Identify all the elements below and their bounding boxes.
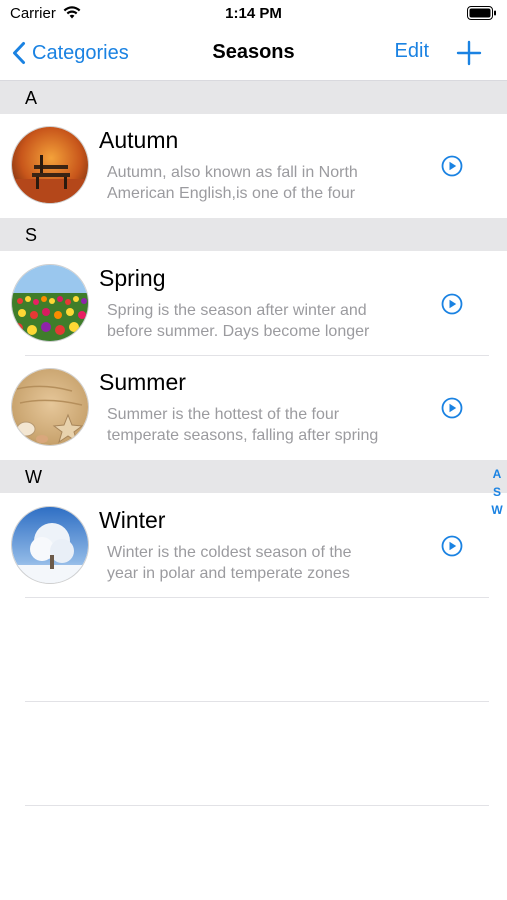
list-item-autumn[interactable]: Autumn Autumn, also known as fall in Nor… xyxy=(0,114,507,218)
item-description-line: before summer. Days become longer xyxy=(107,323,370,340)
status-time: 1:14 PM xyxy=(225,5,282,22)
section-letter: S xyxy=(25,225,38,245)
item-description-line: American English,is one of the four xyxy=(107,185,356,202)
index-letter-w[interactable]: W xyxy=(490,501,504,519)
spring-thumbnail xyxy=(11,264,89,342)
item-description: Winter is the coldest season of the year… xyxy=(107,542,427,584)
section-header-a: A xyxy=(0,81,507,114)
item-description-line: year in polar and temperate zones xyxy=(107,565,350,582)
add-icon[interactable] xyxy=(456,40,482,66)
row-separator xyxy=(25,701,489,702)
row-separator xyxy=(25,597,489,598)
item-description-line: Spring is the season after winter and xyxy=(107,302,367,319)
item-description: Summer is the hottest of the four temper… xyxy=(107,404,427,446)
autumn-thumbnail xyxy=(11,126,89,204)
navigation-bar: Categories Seasons Edit xyxy=(0,28,507,81)
section-index-bar[interactable]: A S W xyxy=(490,465,504,519)
play-circle-icon[interactable] xyxy=(441,155,463,177)
battery-icon xyxy=(467,6,496,20)
item-description: Spring is the season after winter and be… xyxy=(107,300,427,342)
list-item-summer[interactable]: Summer Summer is the hottest of the four… xyxy=(0,356,507,460)
index-letter-s[interactable]: S xyxy=(490,483,504,501)
section-header-w: W xyxy=(0,460,507,493)
item-title: Autumn xyxy=(99,127,179,153)
item-description: Autumn, also known as fall in North Amer… xyxy=(107,162,427,204)
item-description-line: Winter is the coldest season of the xyxy=(107,544,352,561)
item-title: Summer xyxy=(99,369,186,395)
summer-thumbnail xyxy=(11,368,89,446)
list-item-spring[interactable]: Spring Spring is the season after winter… xyxy=(0,252,507,356)
play-circle-icon[interactable] xyxy=(441,535,463,557)
item-title: Winter xyxy=(99,507,166,533)
item-description-line: Summer is the hottest of the four xyxy=(107,406,340,423)
item-description-line: temperate seasons, falling after spring xyxy=(107,427,379,444)
play-circle-icon[interactable] xyxy=(441,293,463,315)
winter-thumbnail xyxy=(11,506,89,584)
seasons-screen: Carrier 1:14 PM Categories Seasons Edit … xyxy=(0,0,507,900)
play-circle-icon[interactable] xyxy=(441,397,463,419)
item-title: Spring xyxy=(99,265,166,291)
edit-button[interactable]: Edit xyxy=(395,40,429,63)
list-item-winter[interactable]: Winter Winter is the coldest season of t… xyxy=(0,494,507,598)
row-separator xyxy=(25,805,489,806)
section-letter: W xyxy=(25,467,42,487)
page-title: Seasons xyxy=(212,41,295,63)
section-letter: A xyxy=(25,88,38,108)
index-letter-a[interactable]: A xyxy=(490,465,504,483)
section-header-s: S xyxy=(0,218,507,251)
status-bar: Carrier 1:14 PM xyxy=(0,0,507,28)
item-description-line: Autumn, also known as fall in North xyxy=(107,164,358,181)
